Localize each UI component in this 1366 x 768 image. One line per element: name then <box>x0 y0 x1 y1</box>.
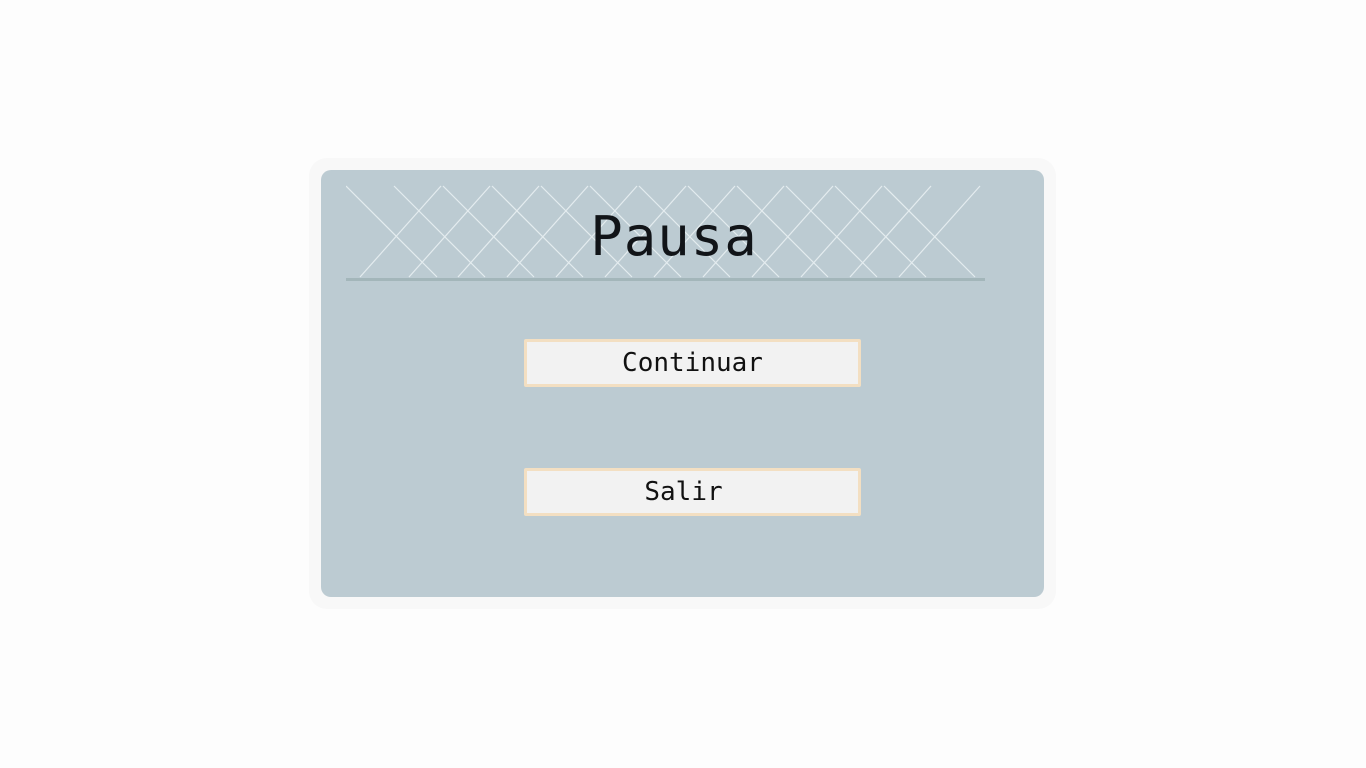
pause-modal: Pausa Continuar Salir <box>321 170 1044 597</box>
title-divider <box>346 278 985 281</box>
pause-title: Pausa <box>590 205 758 268</box>
continue-button-label: Continuar <box>622 348 763 378</box>
exit-button-label: Salir <box>644 477 723 507</box>
pause-header: Pausa <box>346 185 985 280</box>
continue-button[interactable]: Continuar <box>524 339 861 387</box>
exit-button[interactable]: Salir <box>524 468 861 516</box>
pause-screen: Pausa Continuar Salir <box>0 0 1366 768</box>
